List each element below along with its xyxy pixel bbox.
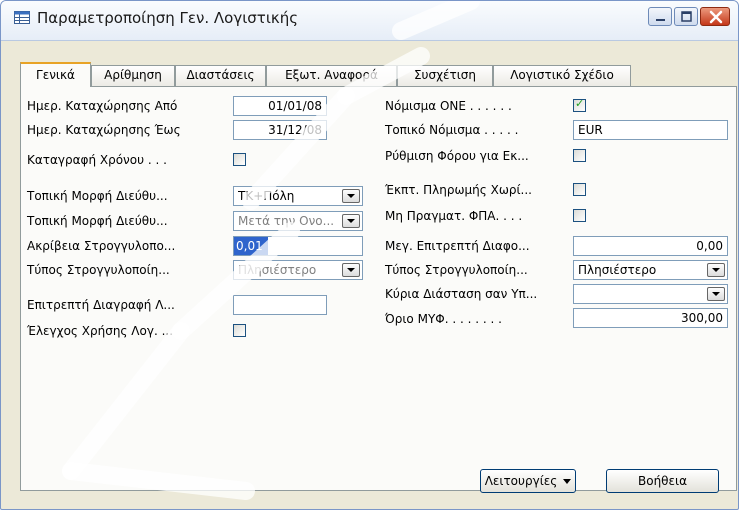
rounding-precision-label: Ακρίβεια Στρογγυλοπο... xyxy=(27,239,176,253)
payment-discount-label: Έκπτ. Πληρωμής Χωρί... xyxy=(385,183,532,197)
posting-from-input[interactable]: 01/01/08 xyxy=(233,96,327,116)
allow-deletion-input[interactable] xyxy=(233,295,327,315)
non-realized-vat-label: Μη Πραγματ. ΦΠΑ. . . . xyxy=(385,209,523,223)
vat-limit-label: Όριο ΜΥΦ. . . . . . . . xyxy=(385,312,502,326)
non-realized-vat-checkbox[interactable] xyxy=(573,209,586,222)
dropdown-arrow-icon xyxy=(563,479,572,484)
register-time-label: Καταγραφή Χρόνου . . . xyxy=(27,153,167,167)
rounding-type-right-dropdown[interactable]: Πλησιέστερο xyxy=(573,260,728,280)
tab-numbering[interactable]: Αρίθμηση xyxy=(91,65,175,86)
local-address-format-1-dropdown[interactable]: ΤΚ+Πόλη xyxy=(233,186,363,206)
settings-window: Παραμετροποίηση Γεν. Λογιστικής Γενικά Α… xyxy=(0,0,739,510)
emu-currency-label: Νόμισμα ΟΝΕ . . . . . . xyxy=(385,99,512,113)
local-address-format-2-label: Τοπική Μορφή Διεύθυ... xyxy=(27,214,168,228)
tab-external-reference[interactable]: Εξωτ. Αναφορά xyxy=(266,65,397,86)
tab-correlation[interactable]: Συσχέτιση xyxy=(397,65,493,86)
close-icon xyxy=(709,10,723,24)
tax-setting-checkbox[interactable] xyxy=(573,149,586,162)
chevron-down-icon[interactable] xyxy=(342,263,360,277)
tab-dimensions[interactable]: Διαστάσεις xyxy=(175,65,266,86)
chevron-down-icon[interactable] xyxy=(342,189,360,203)
tax-setting-label: Ρύθμιση Φόρου για Εκ... xyxy=(385,149,529,163)
rounding-precision-input[interactable]: 0,01 xyxy=(233,236,363,256)
posting-to-input[interactable]: 31/12/08 xyxy=(233,120,327,140)
check-account-usage-label: Έλεγχος Χρήσης Λογ. ... xyxy=(27,324,174,338)
tab-chart-of-accounts[interactable]: Λογιστικό Σχέδιο xyxy=(493,65,631,86)
functions-menu-button[interactable]: Λειτουργίες xyxy=(480,469,576,493)
chevron-down-icon[interactable] xyxy=(707,263,725,277)
dialog-body: Γενικά Αρίθμηση Διαστάσεις Εξωτ. Αναφορά… xyxy=(10,41,737,502)
rounding-type-label: Τύπος Στρογγυλοποίη... xyxy=(27,263,170,277)
allow-deletion-label: Επιτρεπτή Διαγραφή Λ... xyxy=(27,298,175,312)
posting-from-label: Ημερ. Καταχώρησης Από xyxy=(27,99,178,113)
posting-to-label: Ημερ. Καταχώρησης Έως xyxy=(27,123,181,137)
maximize-button[interactable] xyxy=(674,7,698,26)
tab-general[interactable]: Γενικά xyxy=(20,62,91,87)
maximize-icon xyxy=(681,11,692,22)
window-title: Παραμετροποίηση Γεν. Λογιστικής xyxy=(37,9,299,27)
functions-label: Λειτουργίες xyxy=(484,474,558,488)
help-button[interactable]: Βοήθεια xyxy=(606,469,719,493)
local-address-format-2-dropdown[interactable]: Μετά την Ονο... xyxy=(233,211,363,231)
local-address-format-2-value: Μετά την Ονο... xyxy=(238,214,335,228)
rounding-type-right-value: Πλησιέστερο xyxy=(578,263,657,277)
main-dimension-dropdown[interactable] xyxy=(573,284,728,304)
payment-discount-checkbox[interactable] xyxy=(573,183,586,196)
main-dimension-label: Κύρια Διάσταση σαν Υπ... xyxy=(385,287,538,301)
minimize-button[interactable] xyxy=(648,7,672,26)
rounding-type-value: Πλησιέστερο xyxy=(238,263,317,277)
max-allowed-difference-label: Μεγ. Επιτρεπτή Διαφο... xyxy=(385,239,530,253)
general-tab-panel: Ημερ. Καταχώρησης Από 01/01/08 Ημερ. Κατ… xyxy=(20,86,737,491)
local-currency-label: Τοπικό Νόμισμα . . . . . xyxy=(385,123,519,137)
emu-currency-checkbox[interactable] xyxy=(573,97,586,112)
close-button[interactable] xyxy=(700,7,730,26)
rounding-type-dropdown[interactable]: Πλησιέστερο xyxy=(233,260,363,280)
rounding-precision-value: 0,01 xyxy=(234,237,268,255)
vat-limit-input[interactable]: 300,00 xyxy=(573,308,728,328)
minimize-icon xyxy=(656,19,665,21)
chevron-down-icon[interactable] xyxy=(342,214,360,228)
register-time-checkbox[interactable] xyxy=(233,153,246,166)
local-address-format-1-value: ΤΚ+Πόλη xyxy=(238,189,295,203)
local-currency-input[interactable]: EUR xyxy=(573,120,728,140)
title-bar[interactable]: Παραμετροποίηση Γεν. Λογιστικής xyxy=(1,1,738,41)
chevron-down-icon[interactable] xyxy=(707,287,725,301)
max-allowed-difference-input[interactable]: 0,00 xyxy=(573,236,728,256)
local-address-format-1-label: Τοπική Μορφή Διεύθυ... xyxy=(27,189,168,203)
rounding-type-right-label: Τύπος Στρογγυλοποίη... xyxy=(385,263,528,277)
check-account-usage-checkbox[interactable] xyxy=(233,324,246,337)
table-icon xyxy=(14,11,30,24)
